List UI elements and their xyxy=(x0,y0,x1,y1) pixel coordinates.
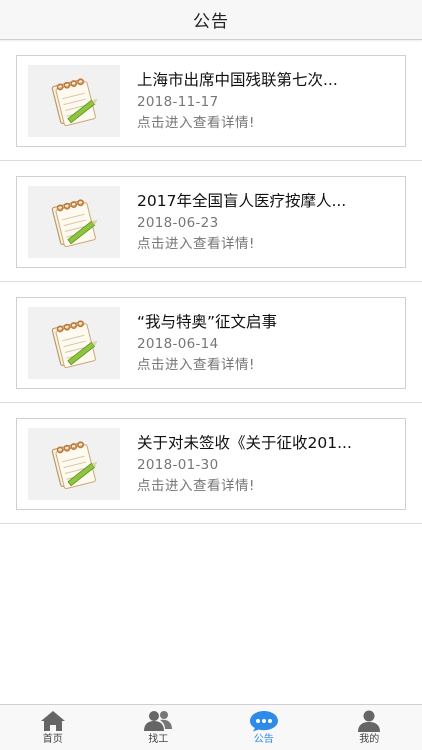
list-item: 关于对未签收《关于征收201... 2018-01-30 点击进入查看详情! xyxy=(0,403,422,524)
notice-date: 2018-06-23 xyxy=(137,214,219,231)
tab-label: 我的 xyxy=(359,734,380,745)
notice-date: 2018-01-30 xyxy=(137,456,219,473)
tab-notices[interactable]: 公告 xyxy=(211,705,317,750)
tab-bar: 首页 找工 公告 我的 xyxy=(0,704,422,750)
list-item: 上海市出席中国残联第七次... 2018-11-17 点击进入查看详情! xyxy=(0,40,422,161)
notice-text-block: “我与特奥”征文启事 2018-06-14 点击进入查看详情! xyxy=(137,312,382,375)
notice-title: 关于对未签收《关于征收201... xyxy=(137,433,352,452)
notice-hint: 点击进入查看详情! xyxy=(137,235,255,252)
people-icon xyxy=(144,711,173,731)
notice-date: 2018-06-14 xyxy=(137,335,219,352)
notice-card[interactable]: “我与特奥”征文启事 2018-06-14 点击进入查看详情! xyxy=(16,297,406,389)
tab-label: 找工 xyxy=(148,734,169,745)
notice-title: 2017年全国盲人医疗按摩人... xyxy=(137,191,347,210)
app-screen: 公告 上海市出席中国残联第七次... 2018-11-17 点击进入查看详情! … xyxy=(0,0,422,750)
notice-title: “我与特奥”征文启事 xyxy=(137,312,278,331)
tab-home[interactable]: 首页 xyxy=(0,705,106,750)
notepad-icon xyxy=(28,186,120,258)
notice-card[interactable]: 上海市出席中国残联第七次... 2018-11-17 点击进入查看详情! xyxy=(16,55,406,147)
nav-header: 公告 xyxy=(0,0,422,40)
notepad-icon xyxy=(28,65,120,137)
page-title: 公告 xyxy=(193,12,229,32)
notice-text-block: 上海市出席中国残联第七次... 2018-11-17 点击进入查看详情! xyxy=(137,70,382,133)
notice-hint: 点击进入查看详情! xyxy=(137,356,255,373)
notice-text-block: 关于对未签收《关于征收201... 2018-01-30 点击进入查看详情! xyxy=(137,433,382,496)
notice-hint: 点击进入查看详情! xyxy=(137,114,255,131)
list-item: “我与特奥”征文启事 2018-06-14 点击进入查看详情! xyxy=(0,282,422,403)
tab-label: 公告 xyxy=(253,734,274,745)
notepad-icon xyxy=(28,428,120,500)
home-icon xyxy=(40,711,65,731)
tab-profile[interactable]: 我的 xyxy=(317,705,422,750)
notice-card[interactable]: 关于对未签收《关于征收201... 2018-01-30 点击进入查看详情! xyxy=(16,418,406,510)
notice-card[interactable]: 2017年全国盲人医疗按摩人... 2018-06-23 点击进入查看详情! xyxy=(16,176,406,268)
notice-list: 上海市出席中国残联第七次... 2018-11-17 点击进入查看详情! 201… xyxy=(0,40,422,524)
notice-date: 2018-11-17 xyxy=(137,93,219,110)
tab-label: 首页 xyxy=(42,734,63,745)
notepad-icon xyxy=(28,307,120,379)
notice-text-block: 2017年全国盲人医疗按摩人... 2018-06-23 点击进入查看详情! xyxy=(137,191,382,254)
notice-hint: 点击进入查看详情! xyxy=(137,477,255,494)
user-icon xyxy=(358,710,381,732)
chat-bubble-icon xyxy=(249,711,278,732)
tab-jobs[interactable]: 找工 xyxy=(106,705,212,750)
notice-title: 上海市出席中国残联第七次... xyxy=(137,70,338,89)
list-item: 2017年全国盲人医疗按摩人... 2018-06-23 点击进入查看详情! xyxy=(0,161,422,282)
